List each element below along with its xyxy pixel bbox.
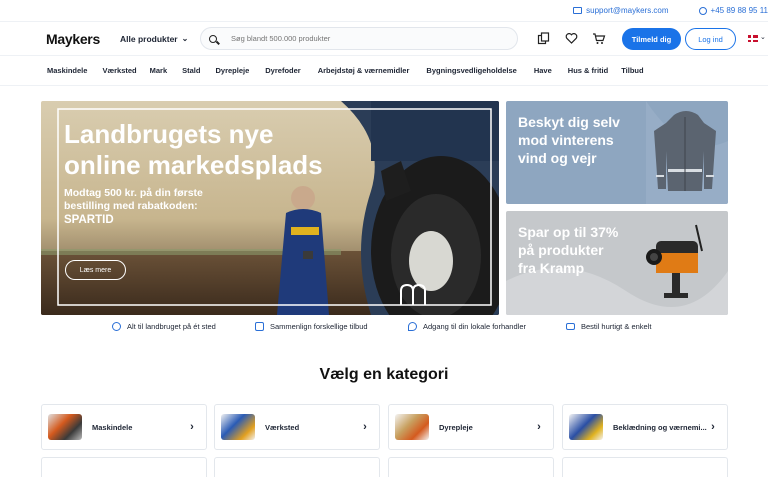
nav-item-bygningsvedligeholdelse[interactable]: Bygningsvedligeholdelse	[426, 66, 516, 75]
logo[interactable]: Maykers	[46, 31, 120, 47]
support-email-text[interactable]: support@maykers.com	[586, 6, 668, 15]
category-thumbnail	[221, 414, 255, 440]
category-card-next-row[interactable]	[41, 457, 207, 477]
promo1-line2: mod vinterens	[518, 132, 614, 148]
login-button[interactable]: Log ind	[685, 28, 736, 50]
usp-text: Bestil hurtigt & enkelt	[581, 322, 652, 331]
chevron-right-icon: ›	[363, 421, 367, 433]
promo1-line1: Beskyt dig selv	[518, 114, 620, 130]
hero-banner[interactable]: Landbrugets nye online markedsplads Modt…	[41, 101, 499, 315]
support-phone[interactable]: +45 89 88 95 11	[698, 6, 768, 15]
chevron-right-icon: ›	[537, 421, 541, 433]
header-icons	[536, 32, 606, 46]
compare-icon	[255, 322, 264, 331]
cart-icon[interactable]	[592, 32, 606, 46]
hero-title-line1: Landbrugets nye	[64, 119, 274, 149]
signup-button[interactable]: Tilmeld dig	[622, 28, 681, 50]
nav-item-tilbud[interactable]: Tilbud	[621, 66, 643, 75]
support-phone-text[interactable]: +45 89 88 95 11	[711, 6, 768, 15]
hero-subtitle: Modtag 500 kr. på din første bestilling …	[64, 187, 203, 227]
category-label: Beklædning og værnemi...	[613, 422, 707, 432]
category-thumbnail	[569, 414, 603, 440]
all-products-dropdown[interactable]: Alle produkter ⌄	[120, 34, 200, 44]
mail-icon	[573, 7, 583, 14]
category-label: Maskindele	[92, 422, 133, 432]
nav-item-hus-fritid[interactable]: Hus & fritid	[568, 66, 608, 75]
category-card-dyrepleje[interactable]: Dyrepleje ›	[388, 404, 554, 450]
header: Maykers Alle produkter ⌄ Tilmeld dig Log…	[0, 22, 768, 56]
usp-text: Alt til landbruget på ét sted	[127, 322, 216, 331]
hero-title: Landbrugets nye online markedsplads	[64, 119, 323, 181]
danish-flag-icon[interactable]	[748, 35, 758, 42]
category-thumbnail	[48, 414, 82, 440]
category-label: Dyrepleje	[439, 422, 473, 432]
hero-sub-line1: Modtag 500 kr. på din første	[64, 187, 203, 199]
nav-item-dyrepleje[interactable]: Dyrepleje	[215, 66, 249, 75]
language-chevron-icon[interactable]: ⌄	[760, 33, 766, 41]
category-nav: Maskindele Værksted Mark Stald Dyrepleje…	[0, 56, 768, 86]
hero-sub-line2: bestilling med rabatkoden:	[64, 200, 198, 212]
usp-text: Adgang til din lokale forhandler	[423, 322, 526, 331]
search-bar[interactable]	[200, 27, 518, 50]
usp-item: Bestil hurtigt & enkelt	[566, 322, 651, 331]
support-email[interactable]: support@maykers.com	[573, 6, 669, 15]
nav-item-maskindele[interactable]: Maskindele	[47, 66, 87, 75]
promo2-line3: fra Kramp	[518, 260, 585, 276]
nav-item-stald[interactable]: Stald	[182, 66, 200, 75]
location-icon	[408, 322, 417, 331]
nav-item-mark[interactable]: Mark	[150, 66, 168, 75]
hero-title-line2: online markedsplads	[64, 150, 323, 180]
category-card-next-row[interactable]	[388, 457, 554, 477]
top-bar: support@maykers.com +45 89 88 95 11	[0, 0, 768, 22]
category-card-vaerksted[interactable]: Værksted ›	[214, 404, 380, 450]
nav-item-dyrefoder[interactable]: Dyrefoder	[265, 66, 300, 75]
nav-item-have[interactable]: Have	[534, 66, 552, 75]
category-card-next-row[interactable]	[214, 457, 380, 477]
usp-item: Adgang til din lokale forhandler	[408, 322, 526, 331]
nav-item-arbejdstoej[interactable]: Arbejdstøj & værnemidler	[318, 66, 410, 75]
usp-text: Sammenlign forskellige tilbud	[270, 322, 368, 331]
category-label: Værksted	[265, 422, 300, 432]
card-icon	[566, 323, 575, 330]
nav-item-vaerksted[interactable]: Værksted	[102, 66, 136, 75]
heart-icon[interactable]	[564, 32, 578, 46]
search-icon[interactable]	[209, 34, 217, 43]
promo2-line1: Spar op til 37%	[518, 224, 619, 240]
category-card-beklaedning[interactable]: Beklædning og værnemi... ›	[562, 404, 728, 450]
usp-item: Sammenlign forskellige tilbud	[255, 322, 368, 331]
chevron-right-icon: ›	[711, 421, 715, 433]
chevron-right-icon: ›	[190, 421, 194, 433]
magnifier-icon	[112, 322, 121, 331]
chevron-down-icon: ⌄	[181, 34, 189, 43]
phone-icon	[698, 6, 707, 15]
compare-icon[interactable]	[536, 32, 550, 46]
promo-kramp-discount[interactable]: Spar op til 37% på produkter fra Kramp	[506, 211, 728, 315]
hero-cta-button[interactable]: Læs mere	[65, 260, 126, 280]
category-card-next-row[interactable]	[562, 457, 728, 477]
usp-bar: Alt til landbruget på ét sted Sammenlign…	[0, 322, 768, 338]
usp-item: Alt til landbruget på ét sted	[112, 322, 216, 331]
promo1-text: Beskyt dig selv mod vinterens vind og ve…	[518, 113, 638, 167]
category-thumbnail	[395, 414, 429, 440]
search-input[interactable]	[231, 34, 491, 43]
all-products-label: Alle produkter	[120, 33, 178, 44]
category-card-maskindele[interactable]: Maskindele ›	[41, 404, 207, 450]
category-section-title: Vælg en kategori	[319, 366, 449, 383]
promo2-text: Spar op til 37% på produkter fra Kramp	[518, 223, 638, 277]
promo-winter-clothing[interactable]: Beskyt dig selv mod vinterens vind og ve…	[506, 101, 728, 204]
hero-code: SPARTID	[64, 214, 114, 226]
promo1-line3: vind og vejr	[518, 150, 597, 166]
promo2-line2: på produkter	[518, 242, 604, 258]
